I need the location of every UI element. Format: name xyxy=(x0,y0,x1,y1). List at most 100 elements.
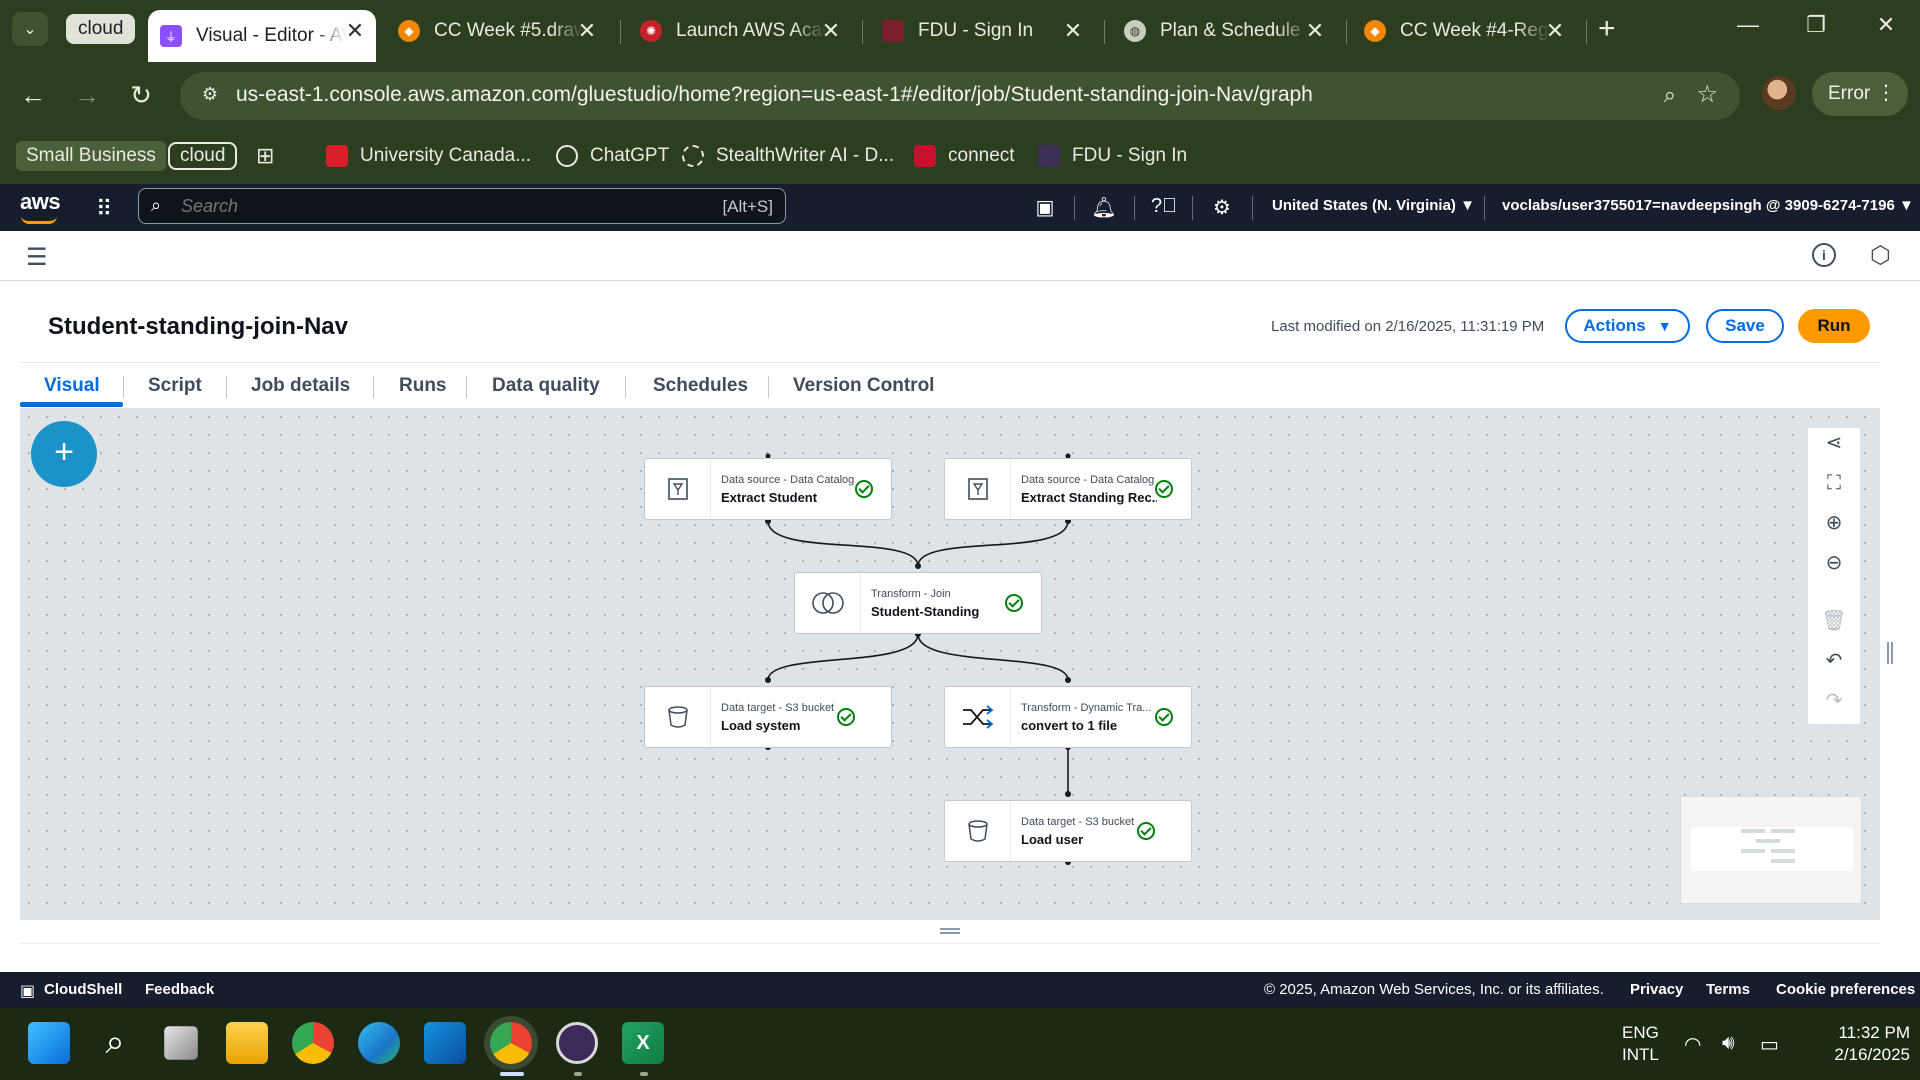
taskbar-search-icon[interactable]: ⌕ xyxy=(94,1022,136,1064)
media-player-icon[interactable] xyxy=(556,1022,598,1064)
node-convert-to-1-file[interactable]: Transform - Dynamic Tra... convert to 1 … xyxy=(944,686,1192,748)
browser-tab[interactable]: ✺ Launch AWS Academy ✕ xyxy=(640,10,844,52)
bottom-panel-resize-grip[interactable] xyxy=(940,928,960,934)
outlook-icon[interactable] xyxy=(424,1022,466,1064)
browser-tab[interactable]: ◆ CC Week #5.drawio ✕ xyxy=(398,10,600,52)
chrome-icon[interactable] xyxy=(292,1022,334,1064)
tab-data-quality[interactable]: Data quality xyxy=(492,375,600,397)
bookmark-fdu-sign-in[interactable]: FDU - Sign In xyxy=(1038,141,1187,171)
search-input[interactable] xyxy=(181,196,661,217)
close-tab-icon[interactable]: ✕ xyxy=(1060,18,1086,44)
bookmark-stealthwriter[interactable]: StealthWriter AI - D... xyxy=(682,141,894,171)
url-text[interactable]: us-east-1.console.aws.amazon.com/gluestu… xyxy=(236,83,1313,107)
task-view-icon[interactable] xyxy=(164,1026,198,1060)
apps-grid-icon[interactable]: ⊞ xyxy=(256,141,274,171)
feedback-link[interactable]: Feedback xyxy=(145,981,214,998)
kebab-menu-icon[interactable]: ⋮ xyxy=(1876,80,1896,105)
tab-version-control[interactable]: Version Control xyxy=(793,375,934,397)
close-tab-icon[interactable]: ✕ xyxy=(574,18,600,44)
windows-start-icon[interactable] xyxy=(28,1022,70,1064)
profile-error-chip[interactable]: Error ⋮ xyxy=(1812,72,1908,116)
browser-tab[interactable]: ◍ Plan & Schedule ✕ xyxy=(1124,10,1328,52)
side-panel-resize-handle[interactable] xyxy=(1887,642,1893,664)
privacy-link[interactable]: Privacy xyxy=(1630,981,1683,998)
close-tab-icon[interactable]: ✕ xyxy=(818,18,844,44)
edge-icon[interactable] xyxy=(358,1022,400,1064)
node-extract-student[interactable]: Data source - Data Catalog Extract Stude… xyxy=(644,458,892,520)
fit-to-screen-icon[interactable]: ⛶ xyxy=(1808,468,1860,498)
undo-icon[interactable]: ↶ xyxy=(1808,646,1860,676)
visual-editor-canvas[interactable]: + Data source - Data Catalog Extract Stu… xyxy=(20,408,1880,920)
back-arrow-icon[interactable]: ← xyxy=(16,80,50,110)
cloudshell-link[interactable]: CloudShell xyxy=(44,981,122,998)
browser-tab-active[interactable]: ⏚ Visual - Editor - AWS Glue ✕ xyxy=(148,10,376,62)
minimize-window-icon[interactable]: ― xyxy=(1728,12,1768,38)
cloudshell-footer-icon[interactable]: ▣ xyxy=(20,981,35,1001)
services-grid-icon[interactable]: ⠿ xyxy=(96,196,112,222)
system-clock[interactable]: 11:32 PM 2/16/2025 xyxy=(1800,1022,1910,1066)
run-button[interactable]: Run xyxy=(1798,309,1870,343)
restore-window-icon[interactable]: ❐ xyxy=(1796,12,1836,38)
account-menu[interactable]: voclabs/user3755017=navdeepsingh @ 3909-… xyxy=(1502,197,1914,214)
zoom-out-icon[interactable]: ⊖ xyxy=(1808,548,1860,578)
close-window-icon[interactable]: ✕ xyxy=(1866,12,1906,38)
node-load-user[interactable]: Data target - S3 bucket Load user xyxy=(944,800,1192,862)
tab-search-button[interactable]: ⌄ xyxy=(12,12,48,46)
node-load-system[interactable]: Data target - S3 bucket Load system xyxy=(644,686,892,748)
zoom-in-icon[interactable]: ⊕ xyxy=(1808,508,1860,538)
tab-script[interactable]: Script xyxy=(148,375,202,397)
layout-graph-icon[interactable]: ⋖ xyxy=(1808,428,1860,458)
battery-icon[interactable]: ▭ xyxy=(1760,1032,1779,1057)
tab-runs[interactable]: Runs xyxy=(399,375,447,397)
actions-button[interactable]: Actions ▼ xyxy=(1565,309,1690,343)
delete-trash-icon[interactable]: 🗑︎ xyxy=(1808,606,1860,636)
bookmark-connect[interactable]: connect xyxy=(914,141,1015,171)
new-tab-plus-icon[interactable]: + xyxy=(1598,14,1616,44)
site-info-tune-icon[interactable]: ⚙ xyxy=(198,84,222,108)
notifications-bell-icon[interactable]: 🔔︎ xyxy=(1090,195,1118,220)
bookmark-small-business[interactable]: Small Business xyxy=(16,141,166,171)
tab-visual[interactable]: Visual xyxy=(44,375,100,397)
cookie-preferences-link[interactable]: Cookie preferences xyxy=(1776,981,1915,998)
file-explorer-icon[interactable] xyxy=(226,1022,268,1064)
close-tab-icon[interactable]: ✕ xyxy=(1542,18,1568,44)
close-tab-icon[interactable]: ✕ xyxy=(342,18,368,44)
close-tab-icon[interactable]: ✕ xyxy=(1302,18,1328,44)
zoom-magnifier-icon[interactable]: ⌕ xyxy=(1664,82,1676,108)
help-icon[interactable]: ?⃝ xyxy=(1150,195,1178,218)
terms-link[interactable]: Terms xyxy=(1706,981,1750,998)
omnibox[interactable]: ⚙ us-east-1.console.aws.amazon.com/glues… xyxy=(180,72,1740,120)
chrome-profile-icon[interactable] xyxy=(490,1022,532,1064)
bookmark-cloud-folder[interactable]: cloud xyxy=(168,142,238,170)
excel-icon[interactable]: X xyxy=(622,1022,664,1064)
add-node-button[interactable]: + xyxy=(31,421,97,487)
redo-icon[interactable]: ↷ xyxy=(1808,686,1860,716)
browser-tab[interactable]: ◆ CC Week #4-Regions ✕ xyxy=(1364,10,1568,52)
info-icon[interactable]: i xyxy=(1812,243,1836,267)
s3-bucket-icon xyxy=(945,801,1011,861)
input-language-indicator[interactable]: ENG INTL xyxy=(1622,1022,1659,1066)
tab-job-details[interactable]: Job details xyxy=(251,375,350,397)
wifi-icon[interactable]: ◠ xyxy=(1684,1032,1701,1057)
bookmark-star-icon[interactable]: ☆ xyxy=(1696,80,1718,109)
reload-icon[interactable]: ↻ xyxy=(124,80,158,110)
tab-group-chip[interactable]: cloud xyxy=(66,14,136,44)
aws-search-box[interactable]: ⌕ [Alt+S] xyxy=(138,188,786,224)
bookmark-chatgpt[interactable]: ChatGPT xyxy=(556,141,669,171)
aws-logo[interactable]: aws xyxy=(20,189,61,224)
forward-arrow-icon[interactable]: → xyxy=(70,80,104,110)
profile-avatar[interactable] xyxy=(1762,76,1796,110)
volume-icon[interactable]: 🔊︎ xyxy=(1722,1032,1735,1055)
cloudshell-icon[interactable]: ▣ xyxy=(1031,195,1059,220)
region-selector[interactable]: United States (N. Virginia) ▼ xyxy=(1272,197,1475,214)
canvas-minimap[interactable] xyxy=(1680,796,1862,904)
tab-schedules[interactable]: Schedules xyxy=(653,375,748,397)
node-join-student-standing[interactable]: Transform - Join Student-Standing xyxy=(794,572,1042,634)
node-extract-standing[interactable]: Data source - Data Catalog Extract Stand… xyxy=(944,458,1192,520)
settings-gear-icon[interactable]: ⚙ xyxy=(1208,195,1236,220)
bookmark-university-canada[interactable]: University Canada... xyxy=(326,141,531,171)
save-button[interactable]: Save xyxy=(1706,309,1784,343)
hamburger-menu-icon[interactable]: ☰ xyxy=(26,243,48,272)
browser-tab[interactable]: FDU - Sign In ✕ xyxy=(882,10,1086,52)
hexagon-settings-icon[interactable]: ⬡ xyxy=(1870,241,1891,270)
